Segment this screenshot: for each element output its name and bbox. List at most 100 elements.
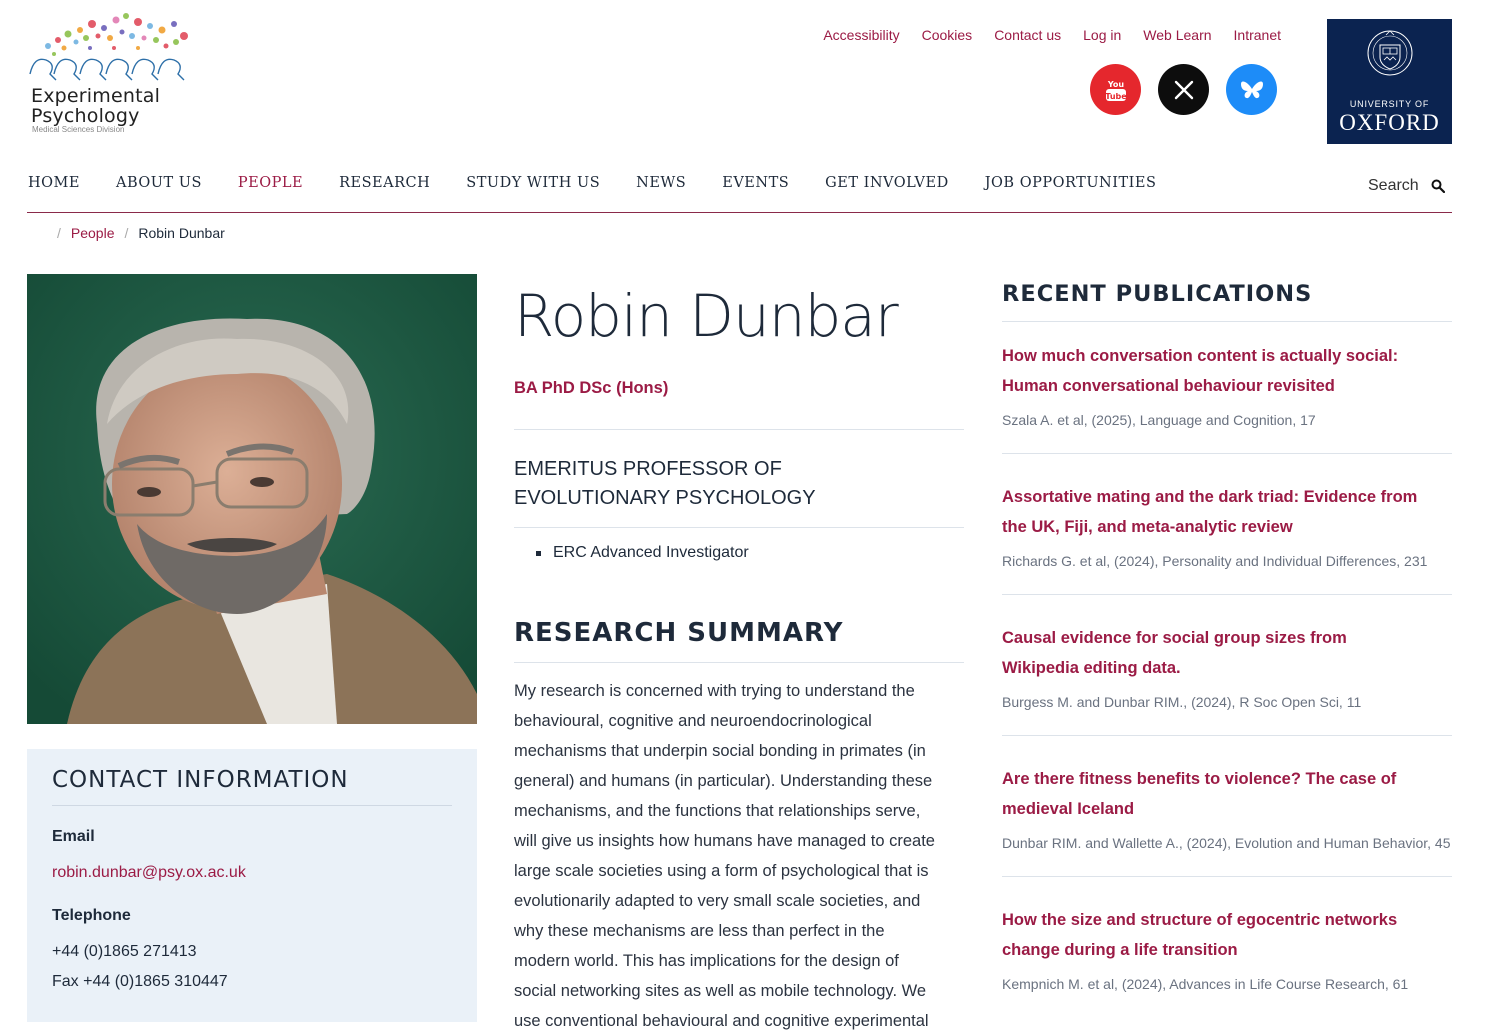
publication-meta: Szala A. et al, (2025), Language and Cog… (1002, 412, 1316, 428)
summary-line: mechanisms that underpin social bonding … (514, 742, 926, 760)
divider (514, 429, 964, 430)
main-nav: HOME ABOUT US PEOPLE RESEARCH STUDY WITH… (28, 175, 1192, 191)
summary-line: will give us insights how humans have ma… (514, 832, 935, 850)
nav-divider (27, 212, 1452, 213)
publication-title-line: Are there fitness benefits to violence? … (1002, 770, 1397, 788)
job-title: EMERITUS PROFESSOR OF EVOLUTIONARY PSYCH… (514, 455, 954, 513)
fax-number: Fax +44 (0)1865 310447 (52, 973, 228, 990)
nav-study-with-us[interactable]: STUDY WITH US (466, 175, 600, 191)
publication-item: Assortative mating and the dark triad: E… (1002, 482, 1452, 569)
breadcrumb-separator: / (124, 225, 129, 241)
utility-nav: Accessibility Cookies Contact us Log in … (823, 27, 1281, 43)
email-link[interactable]: robin.dunbar@psy.ox.ac.uk (52, 864, 246, 882)
publication-item: Are there fitness benefits to violence? … (1002, 764, 1452, 851)
summary-line: general) and humans (in particular). Und… (514, 772, 933, 790)
nav-home[interactable]: HOME (28, 175, 80, 191)
list-item: ERC Advanced Investigator (536, 544, 749, 562)
search-icon (1431, 179, 1445, 193)
publication-title-link[interactable]: Assortative mating and the dark triad: E… (1002, 482, 1452, 542)
web-learn-link[interactable]: Web Learn (1143, 27, 1211, 43)
svg-text:You: You (1106, 80, 1124, 89)
summary-line: My research is concerned with trying to … (514, 682, 915, 700)
publication-title-line: How much conversation content is actuall… (1002, 347, 1399, 365)
publication-item: How the size and structure of egocentric… (1002, 905, 1452, 992)
telephone-label: Telephone (52, 907, 131, 924)
profile-photo (27, 274, 477, 724)
contact-heading: CONTACT INFORMATION (52, 767, 452, 806)
youtube-icon: You Tube (1105, 80, 1127, 101)
recent-publications-heading: RECENT PUBLICATIONS (1002, 281, 1313, 307)
breadcrumb-current: Robin Dunbar (138, 225, 225, 241)
x-icon (1174, 80, 1193, 99)
intranet-link[interactable]: Intranet (1234, 27, 1281, 43)
logo-subtitle: Medical Sciences Division (32, 125, 125, 134)
publication-item: How much conversation content is actuall… (1002, 341, 1452, 428)
oxford-crest-icon (1367, 30, 1413, 76)
social-links: You Tube (1090, 64, 1277, 115)
search-label: Search (1368, 177, 1419, 194)
publication-meta: Burgess M. and Dunbar RIM., (2024), R So… (1002, 694, 1362, 710)
qualifications: BA PhD DSc (Hons) (514, 379, 669, 397)
email-label: Email (52, 828, 95, 845)
oxford-logo-line1: UNIVERSITY OF (1349, 99, 1430, 109)
summary-line: why these mechanisms are less than perfe… (514, 922, 885, 940)
logo-graphic (29, 13, 188, 81)
youtube-link[interactable]: You Tube (1090, 64, 1141, 115)
bluesky-icon (1240, 81, 1263, 98)
logo-title-line2: Psychology (31, 105, 140, 127)
publication-title-line: How the size and structure of egocentric… (1002, 911, 1398, 929)
portrait-image (27, 274, 477, 724)
telephone-number: +44 (0)1865 271413 (52, 943, 197, 960)
breadcrumb-people[interactable]: People (71, 225, 115, 241)
log-in-link[interactable]: Log in (1083, 27, 1121, 43)
publication-title-line: Wikipedia editing data. (1002, 659, 1181, 677)
logo-title-line1: Experimental (31, 85, 161, 107)
nav-news[interactable]: NEWS (636, 175, 686, 191)
research-summary-text: My research is concerned with trying to … (514, 676, 966, 1033)
summary-line: modern world. This has implications for … (514, 952, 899, 970)
divider (1002, 321, 1452, 322)
oxford-logo-line2: OXFORD (1339, 110, 1440, 135)
publication-title-line: change during a life transition (1002, 941, 1238, 959)
divider (1002, 594, 1452, 595)
publication-title-link[interactable]: Causal evidence for social group sizes f… (1002, 623, 1452, 683)
breadcrumb-separator: / (57, 225, 61, 241)
bullet-icon (536, 550, 541, 556)
publication-meta: Richards G. et al, (2024), Personality a… (1002, 553, 1428, 569)
bluesky-link[interactable] (1226, 64, 1277, 115)
nav-get-involved[interactable]: GET INVOLVED (825, 175, 949, 191)
publication-title-line: medieval Iceland (1002, 800, 1135, 818)
summary-line: behavioural, cognitive and neuroendocrin… (514, 712, 872, 730)
summary-line: social networking sites as well as mobil… (514, 982, 927, 1000)
x-link[interactable] (1158, 64, 1209, 115)
publication-title-line: Causal evidence for social group sizes f… (1002, 629, 1347, 647)
nav-people[interactable]: PEOPLE (238, 175, 303, 191)
contact-us-link[interactable]: Contact us (994, 27, 1061, 43)
publication-title-link[interactable]: Are there fitness benefits to violence? … (1002, 764, 1452, 824)
breadcrumb: / People / Robin Dunbar (57, 225, 225, 241)
summary-line: large scale societies using a form of ps… (514, 862, 929, 880)
contact-information-panel: CONTACT INFORMATION Email robin.dunbar@p… (27, 749, 477, 1022)
nav-job-opportunities[interactable]: JOB OPPORTUNITIES (985, 175, 1157, 191)
search-button[interactable]: Search (1368, 177, 1445, 195)
divider (514, 527, 964, 528)
publication-title-link[interactable]: How the size and structure of egocentric… (1002, 905, 1452, 965)
divider (1002, 876, 1452, 877)
svg-text:Tube: Tube (1105, 92, 1127, 101)
research-summary-heading: RESEARCH SUMMARY (514, 618, 844, 648)
nav-events[interactable]: EVENTS (722, 175, 789, 191)
cookies-link[interactable]: Cookies (922, 27, 973, 43)
publication-title-link[interactable]: How much conversation content is actuall… (1002, 341, 1452, 401)
logo-title: Experimental Psychology (31, 86, 160, 126)
publication-title-line: the UK, Fiji, and meta-analytic review (1002, 518, 1293, 536)
summary-line: evolutionarily adapted to very small sca… (514, 892, 921, 910)
summary-line: use conventional behavioural and cogniti… (514, 1012, 929, 1030)
summary-line: mechanisms, and the functions that relat… (514, 802, 921, 820)
nav-about-us[interactable]: ABOUT US (116, 175, 202, 191)
list-item-text: ERC Advanced Investigator (553, 544, 749, 561)
university-of-oxford-logo[interactable]: UNIVERSITY OF OXFORD (1327, 19, 1452, 144)
nav-research[interactable]: RESEARCH (339, 175, 430, 191)
divider (1002, 453, 1452, 454)
experimental-psychology-logo[interactable]: Experimental Psychology Medical Sciences… (28, 12, 200, 134)
accessibility-link[interactable]: Accessibility (823, 27, 899, 43)
